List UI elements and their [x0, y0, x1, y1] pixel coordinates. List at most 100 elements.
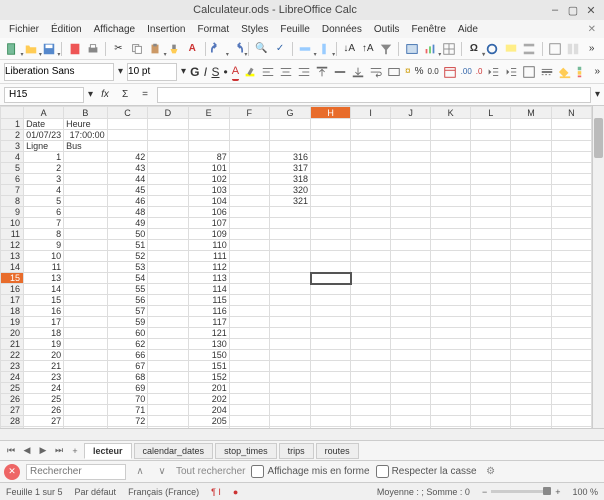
- cell-E17[interactable]: 115: [188, 295, 229, 306]
- cell-N21[interactable]: [551, 339, 591, 350]
- cell-N4[interactable]: [551, 152, 591, 163]
- cell-N18[interactable]: [551, 306, 591, 317]
- cell-A15[interactable]: 13: [24, 273, 64, 284]
- cell-J15[interactable]: [391, 273, 431, 284]
- cell-L18[interactable]: [471, 306, 511, 317]
- cell-H5[interactable]: [311, 163, 351, 174]
- cell-B6[interactable]: [64, 174, 108, 185]
- cell-E18[interactable]: 116: [188, 306, 229, 317]
- cell-B25[interactable]: [64, 383, 108, 394]
- cell-J8[interactable]: [391, 196, 431, 207]
- cell-K27[interactable]: [431, 405, 471, 416]
- cell-G11[interactable]: [269, 229, 310, 240]
- cell-J6[interactable]: [391, 174, 431, 185]
- row-header-24[interactable]: 24: [1, 372, 24, 383]
- cell-N20[interactable]: [551, 328, 591, 339]
- cell-H23[interactable]: [311, 361, 351, 372]
- cell-H10[interactable]: [311, 218, 351, 229]
- col-header-E[interactable]: E: [188, 107, 229, 119]
- cell-B20[interactable]: [64, 328, 108, 339]
- col-header-L[interactable]: L: [471, 107, 511, 119]
- cell-G10[interactable]: [269, 218, 310, 229]
- cell-M8[interactable]: [511, 196, 551, 207]
- cell-H21[interactable]: [311, 339, 351, 350]
- cell-I28[interactable]: [351, 416, 391, 427]
- row-header-10[interactable]: 10: [1, 218, 24, 229]
- cell-K10[interactable]: [431, 218, 471, 229]
- cell-K12[interactable]: [431, 240, 471, 251]
- cell-E11[interactable]: 109: [188, 229, 229, 240]
- cell-K4[interactable]: [431, 152, 471, 163]
- cell-F6[interactable]: [229, 174, 269, 185]
- cell-F17[interactable]: [229, 295, 269, 306]
- cell-H17[interactable]: [311, 295, 351, 306]
- cell-B16[interactable]: [64, 284, 108, 295]
- valign-mid-icon[interactable]: [333, 63, 347, 81]
- cell-D1[interactable]: [148, 119, 188, 130]
- tab-add-icon[interactable]: +: [68, 444, 82, 458]
- cell-L28[interactable]: [471, 416, 511, 427]
- cell-H24[interactable]: [311, 372, 351, 383]
- minimize-icon[interactable]: –: [548, 3, 562, 17]
- cell-D4[interactable]: [148, 152, 188, 163]
- cell-D25[interactable]: [148, 383, 188, 394]
- cell-N26[interactable]: [551, 394, 591, 405]
- cell-B9[interactable]: [64, 207, 108, 218]
- cell-E27[interactable]: 204: [188, 405, 229, 416]
- row-header-21[interactable]: 21: [1, 339, 24, 350]
- cell-M13[interactable]: [511, 251, 551, 262]
- col-icon[interactable]: [316, 40, 332, 58]
- cell-N15[interactable]: [551, 273, 591, 284]
- cell-B27[interactable]: [64, 405, 108, 416]
- col-header-G[interactable]: G: [269, 107, 310, 119]
- cell-N27[interactable]: [551, 405, 591, 416]
- cell-F3[interactable]: [229, 141, 269, 152]
- cell-C4[interactable]: 42: [107, 152, 148, 163]
- cell-N7[interactable]: [551, 185, 591, 196]
- cell-L17[interactable]: [471, 295, 511, 306]
- cell-J27[interactable]: [391, 405, 431, 416]
- tab-last-icon[interactable]: ⏭: [52, 444, 66, 458]
- cell-A25[interactable]: 24: [24, 383, 64, 394]
- cell-M18[interactable]: [511, 306, 551, 317]
- cell-B4[interactable]: [64, 152, 108, 163]
- cell-K17[interactable]: [431, 295, 471, 306]
- close-icon[interactable]: ✕: [584, 3, 598, 17]
- col-header-H[interactable]: H: [311, 107, 351, 119]
- cell-D27[interactable]: [148, 405, 188, 416]
- cell-L21[interactable]: [471, 339, 511, 350]
- cell-F13[interactable]: [229, 251, 269, 262]
- border-style-icon[interactable]: [540, 63, 554, 81]
- cell-F2[interactable]: [229, 130, 269, 141]
- tab-next-icon[interactable]: ▶: [36, 444, 50, 458]
- cell-A27[interactable]: 26: [24, 405, 64, 416]
- cell-D16[interactable]: [148, 284, 188, 295]
- clear-fmt-icon[interactable]: A: [184, 40, 200, 58]
- equals-icon[interactable]: =: [137, 87, 153, 103]
- cell-G27[interactable]: [269, 405, 310, 416]
- menu-donnees[interactable]: Données: [317, 22, 367, 37]
- cell-K3[interactable]: [431, 141, 471, 152]
- menu-aide[interactable]: Aide: [453, 22, 483, 37]
- cell-N29[interactable]: [551, 427, 591, 429]
- cell-B8[interactable]: [64, 196, 108, 207]
- cell-D13[interactable]: [148, 251, 188, 262]
- copy-icon[interactable]: [129, 40, 145, 58]
- cell-K20[interactable]: [431, 328, 471, 339]
- cell-N23[interactable]: [551, 361, 591, 372]
- cell-J20[interactable]: [391, 328, 431, 339]
- cell-D11[interactable]: [148, 229, 188, 240]
- cell-E2[interactable]: [188, 130, 229, 141]
- cell-H1[interactable]: [311, 119, 351, 130]
- cell-E10[interactable]: 107: [188, 218, 229, 229]
- cell-F29[interactable]: [229, 427, 269, 429]
- hyperlink-icon[interactable]: [484, 40, 500, 58]
- valign-top-icon[interactable]: [315, 63, 329, 81]
- cellref-dropdown-icon[interactable]: ▾: [88, 89, 93, 100]
- number-icon[interactable]: 0.0: [428, 63, 439, 81]
- cell-J4[interactable]: [391, 152, 431, 163]
- cell-M22[interactable]: [511, 350, 551, 361]
- cell-H6[interactable]: [311, 174, 351, 185]
- cell-G13[interactable]: [269, 251, 310, 262]
- font-dropdown-icon[interactable]: ▾: [118, 63, 123, 81]
